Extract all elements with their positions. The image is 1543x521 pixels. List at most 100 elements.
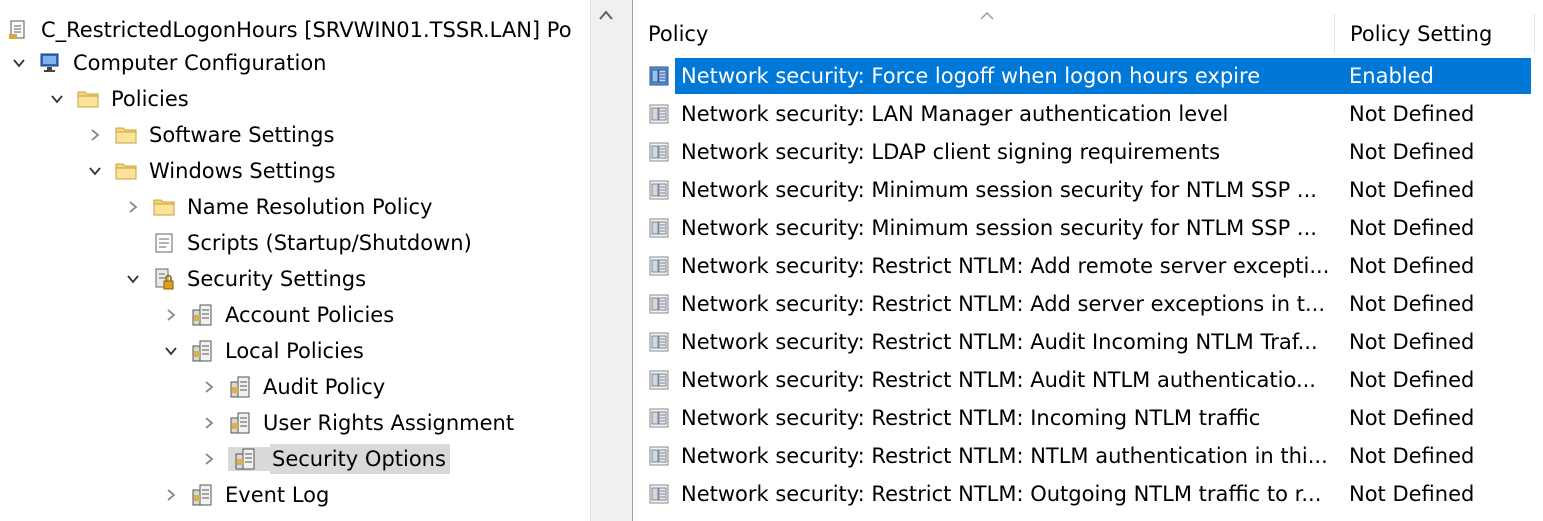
policy-row[interactable]: Network security: Force logoff when logo… <box>633 57 1543 95</box>
tree-node-account-policies[interactable]: Account Policies <box>0 297 620 333</box>
chevron-down-icon[interactable] <box>46 88 68 110</box>
policy-setting-value: Not Defined <box>1349 444 1475 468</box>
tree-node-windows-settings[interactable]: Windows Settings <box>0 153 620 189</box>
tree-node-label: Scripts (Startup/Shutdown) <box>187 231 472 255</box>
list-header: Policy Policy Setting <box>633 0 1543 57</box>
script-icon <box>152 231 176 255</box>
policy-row[interactable]: Network security: LDAP client signing re… <box>633 133 1543 171</box>
policy-setting-value: Not Defined <box>1349 216 1475 240</box>
policy-setting-icon <box>647 406 671 430</box>
policy-row[interactable]: Network security: Restrict NTLM: Audit N… <box>633 361 1543 399</box>
tree-node-label: Audit Policy <box>263 375 386 399</box>
tree-node-label: Security Settings <box>187 267 367 291</box>
tree-node-label: User Rights Assignment <box>263 411 515 435</box>
policy-setting-icon <box>647 64 671 88</box>
tree-node-computer-configuration[interactable]: Computer Configuration <box>0 45 598 81</box>
chevron-right-icon[interactable] <box>160 484 182 506</box>
policy-setting-value: Not Defined <box>1349 102 1475 126</box>
pane-splitter[interactable] <box>620 0 632 521</box>
policy-name: Network security: Restrict NTLM: Audit I… <box>681 330 1318 354</box>
tree-node-policies[interactable]: Policies <box>0 81 620 117</box>
policy-container-icon <box>190 339 214 363</box>
policy-setting-icon <box>647 444 671 468</box>
folder-icon <box>114 159 138 183</box>
policy-setting-value: Enabled <box>1349 64 1434 88</box>
tree-root-label: C_RestrictedLogonHours [SRVWIN01.TSSR.LA… <box>41 18 572 42</box>
policy-name: Network security: Restrict NTLM: Add ser… <box>681 292 1326 316</box>
policy-setting-icon <box>647 482 671 506</box>
tree-node-label: Event Log <box>225 483 330 507</box>
policy-setting-icon <box>647 178 671 202</box>
chevron-right-icon[interactable] <box>160 304 182 326</box>
tree-node-label: Local Policies <box>225 339 364 363</box>
tree-node-label: Computer Configuration <box>73 51 327 75</box>
chevron-right-icon[interactable] <box>198 448 220 470</box>
policy-setting-value: Not Defined <box>1349 330 1475 354</box>
chevron-down-icon[interactable] <box>8 52 30 74</box>
column-header-policy[interactable]: Policy <box>633 14 1335 54</box>
policy-setting-icon <box>647 140 671 164</box>
policy-container-icon <box>228 375 252 399</box>
chevron-right-icon[interactable] <box>198 412 220 434</box>
policy-list[interactable]: Policy Policy Setting Network security: … <box>632 0 1543 521</box>
policy-container-icon <box>190 483 214 507</box>
tree-node-label: Account Policies <box>225 303 395 327</box>
tree-node-user-rights-assignment[interactable]: User Rights Assignment <box>0 405 620 441</box>
tree-node-label: Windows Settings <box>149 159 336 183</box>
policy-name: Network security: LDAP client signing re… <box>681 140 1221 164</box>
security-settings-icon <box>152 267 176 291</box>
tree-node-security-settings[interactable]: Security Settings <box>0 261 620 297</box>
tree-node-label: Policies <box>111 87 189 111</box>
policy-name: Network security: Restrict NTLM: Audit N… <box>681 368 1316 392</box>
chevron-down-icon[interactable] <box>84 160 106 182</box>
tree-node-audit-policy[interactable]: Audit Policy <box>0 369 620 405</box>
tree-node-name-resolution-policy[interactable]: Name Resolution Policy <box>0 189 620 225</box>
policy-row[interactable]: Network security: Restrict NTLM: Add rem… <box>633 247 1543 285</box>
tree-node-label: Security Options <box>270 444 450 474</box>
policy-row[interactable]: Network security: Restrict NTLM: Outgoin… <box>633 475 1543 513</box>
tree-node-scripts-startup-shutdown[interactable]: Scripts (Startup/Shutdown) <box>0 225 620 261</box>
policy-row[interactable]: Network security: Restrict NTLM: Incomin… <box>633 399 1543 437</box>
policy-container-icon <box>228 411 252 435</box>
policy-name: Network security: Restrict NTLM: NTLM au… <box>681 444 1328 468</box>
chevron-down-icon[interactable] <box>160 340 182 362</box>
policy-row[interactable]: Network security: LAN Manager authentica… <box>633 95 1543 133</box>
policy-setting-value: Not Defined <box>1349 406 1475 430</box>
scroll-up-arrow-icon[interactable] <box>591 0 620 30</box>
policy-name: Network security: Restrict NTLM: Incomin… <box>681 406 1261 430</box>
tree-node-security-options[interactable]: Security Options <box>0 441 620 477</box>
folder-icon <box>76 87 100 111</box>
tree-node-event-log[interactable]: Event Log <box>0 477 620 513</box>
policy-setting-value: Not Defined <box>1349 140 1475 164</box>
chevron-right-icon[interactable] <box>122 196 144 218</box>
policy-row[interactable]: Network security: Minimum session securi… <box>633 171 1543 209</box>
policy-container-icon <box>190 303 214 327</box>
console-tree[interactable]: C_RestrictedLogonHours [SRVWIN01.TSSR.LA… <box>0 0 620 521</box>
policy-setting-value: Not Defined <box>1349 292 1475 316</box>
folder-icon <box>152 195 176 219</box>
policy-row[interactable]: Network security: Restrict NTLM: Audit I… <box>633 323 1543 361</box>
policy-setting-icon <box>647 254 671 278</box>
policy-setting-icon <box>647 330 671 354</box>
tree-vertical-scrollbar[interactable] <box>590 0 620 521</box>
tree-node-label: Name Resolution Policy <box>187 195 433 219</box>
policy-row[interactable]: Network security: Minimum session securi… <box>633 209 1543 247</box>
policy-name: Network security: LAN Manager authentica… <box>681 102 1229 126</box>
policy-container-icon <box>228 447 270 471</box>
policy-setting-value: Not Defined <box>1349 254 1475 278</box>
policy-row[interactable]: Network security: Restrict NTLM: NTLM au… <box>633 437 1543 475</box>
chevron-down-icon[interactable] <box>122 268 144 290</box>
tree-node-local-policies[interactable]: Local Policies <box>0 333 620 369</box>
chevron-right-icon[interactable] <box>198 376 220 398</box>
policy-setting-icon <box>647 216 671 240</box>
chevron-right-icon[interactable] <box>84 124 106 146</box>
tree-node-label: Software Settings <box>149 123 335 147</box>
tree-node-software-settings[interactable]: Software Settings <box>0 117 620 153</box>
policy-row[interactable]: Network security: Restrict NTLM: Add ser… <box>633 285 1543 323</box>
column-header-policy-setting[interactable]: Policy Setting <box>1335 14 1535 54</box>
policy-name: Network security: Restrict NTLM: Add rem… <box>681 254 1330 278</box>
folder-icon <box>114 123 138 147</box>
policy-name: Network security: Force logoff when logo… <box>681 64 1261 88</box>
tree-root[interactable]: C_RestrictedLogonHours [SRVWIN01.TSSR.LA… <box>0 12 590 48</box>
